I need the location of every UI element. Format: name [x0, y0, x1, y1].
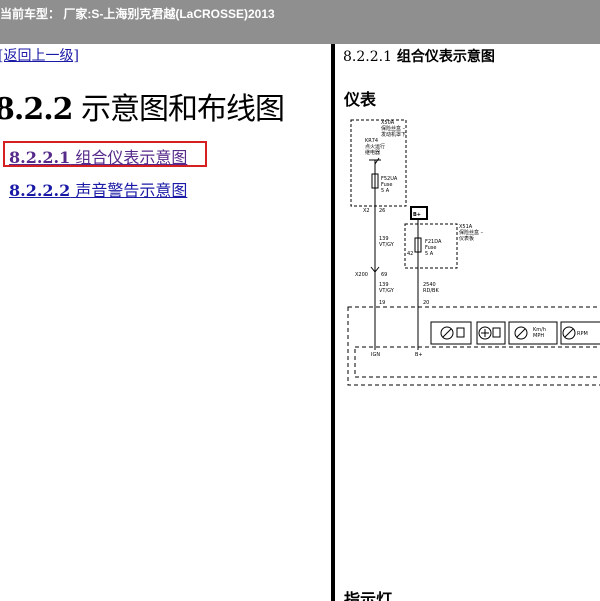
page-heading: 8.2.2 示意图和布线图 [0, 84, 285, 128]
navigation-pane: [返回上一级] 8.2.2 示意图和布线图 8.2.2.1 组合仪表示意图 8.… [0, 44, 331, 601]
diagram-label: 69 [381, 272, 387, 278]
diagram-label: 5 A [425, 251, 434, 257]
diagram-label: 保险丝盒 – [459, 229, 484, 236]
diagram-label: 保险丝盒 – [381, 125, 406, 132]
section-title: 8.2.2.1 组合仪表示意图 [343, 46, 495, 66]
diagram-label: 19 [379, 300, 385, 306]
subheading-indicators: 指示灯 [344, 590, 393, 601]
fuel-icon [492, 327, 501, 338]
title-bar: 当前车型： 厂家:S-上海别克君越(LaCROSSE)2013 [0, 0, 600, 44]
diagram-label: B+ [413, 212, 421, 218]
link-text: 声音警告示意图 [70, 181, 188, 200]
current-vehicle-label: 当前车型： 厂家:S-上海别克君越(LaCROSSE)2013 [0, 7, 275, 21]
diagram-label: VT/GY [379, 242, 395, 248]
wiring-diagram: X50A 保险丝盒 – 发动机罩下 KR74 点火运行 继电器 F52UA Fu… [347, 119, 600, 386]
diagram-label: B+ [415, 352, 423, 358]
diagram-label: 继电器 [365, 149, 380, 156]
section-number: 8.2.2.1 [343, 49, 392, 65]
diagram-label: 仪表板 [459, 235, 474, 242]
link-number: 8.2.2.2 [9, 181, 71, 200]
diagram-label: X2 [363, 208, 370, 214]
diagram-label: 42 [407, 251, 413, 257]
link-instrument-cluster-schematic[interactable]: 8.2.2.1 组合仪表示意图 [9, 144, 187, 168]
instrument-cluster-box [347, 306, 600, 386]
diagram-label: VT/GY [379, 288, 395, 294]
diagram-label: RD/BK [423, 288, 439, 294]
section-text: 组合仪表示意图 [391, 49, 495, 65]
diagram-label: IGN [371, 352, 380, 358]
heading-text: 示意图和布线图 [72, 92, 285, 127]
diagram-label: 发动机罩下 [381, 131, 406, 138]
diagram-label: X200 [355, 272, 368, 278]
diagram-label: 5 A [381, 188, 390, 194]
link-text: 组合仪表示意图 [70, 148, 188, 167]
diagram-label: 26 [379, 208, 385, 214]
link-number: 8.2.2.1 [9, 148, 71, 167]
heading-number: 8.2.2 [0, 92, 74, 127]
back-link[interactable]: [返回上一级] [0, 45, 79, 65]
diagram-label: MPH [533, 333, 544, 339]
diagram-label: 点火运行 [365, 143, 385, 150]
fuel-icon [456, 327, 465, 338]
diagram-label: 20 [423, 300, 429, 306]
content-pane: 8.2.2.1 组合仪表示意图 仪表 X50A 保险丝盒 – 发动机罩下 KR7… [335, 44, 600, 601]
diagram-label: RPM [577, 331, 588, 337]
link-audible-warning-schematic[interactable]: 8.2.2.2 声音警告示意图 [9, 177, 187, 201]
